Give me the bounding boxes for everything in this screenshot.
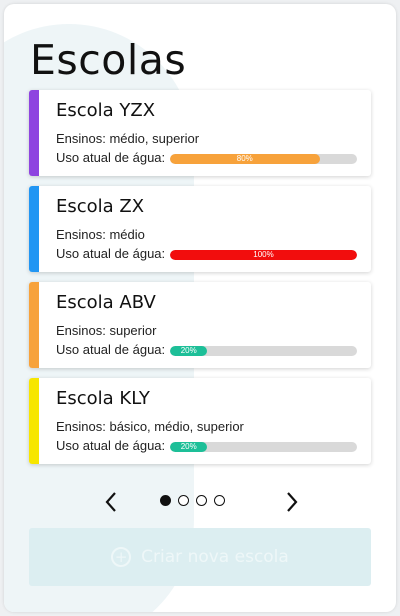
water-usage-bar: 20% (170, 442, 357, 452)
prev-page-button[interactable] (99, 488, 123, 516)
screen: Escolas Escola YZX Ensinos: médio, super… (4, 4, 396, 612)
create-school-button[interactable]: + Criar nova escola (29, 528, 371, 586)
pagination (4, 488, 396, 516)
page-dot[interactable] (178, 495, 189, 506)
chevron-right-icon (287, 492, 298, 512)
page-title: Escolas (30, 36, 187, 84)
water-usage-label: Uso atual de água: (56, 342, 166, 357)
page-dots (160, 495, 225, 506)
school-card[interactable]: Escola ZX Ensinos: médio Uso atual de ág… (29, 186, 371, 272)
page-dot[interactable] (196, 495, 207, 506)
next-page-button[interactable] (280, 488, 304, 516)
school-name: Escola KLY (56, 388, 150, 409)
school-card[interactable]: Escola ABV Ensinos: superior Uso atual d… (29, 282, 371, 368)
plus-circle-icon: + (111, 547, 132, 567)
school-color-stripe (29, 186, 39, 272)
school-levels: Ensinos: médio (56, 227, 145, 242)
school-list: Escola YZX Ensinos: médio, superior Uso … (29, 90, 371, 474)
water-usage-fill: 20% (170, 346, 208, 356)
page-dot[interactable] (160, 495, 171, 506)
water-usage-fill: 80% (170, 154, 320, 164)
school-color-stripe (29, 378, 39, 464)
water-usage-label: Uso atual de água: (56, 438, 166, 453)
chevron-left-icon (105, 492, 116, 512)
water-usage-fill: 100% (170, 250, 357, 260)
school-name: Escola ABV (56, 292, 156, 313)
water-usage-bar: 80% (170, 154, 357, 164)
water-usage-fill: 20% (170, 442, 208, 452)
school-color-stripe (29, 282, 39, 368)
school-card[interactable]: Escola YZX Ensinos: médio, superior Uso … (29, 90, 371, 176)
create-school-label: Criar nova escola (141, 547, 289, 567)
school-name: Escola ZX (56, 196, 145, 217)
school-color-stripe (29, 90, 39, 176)
page-dot[interactable] (214, 495, 225, 506)
water-usage-label: Uso atual de água: (56, 246, 166, 261)
water-usage-bar: 20% (170, 346, 357, 356)
school-levels: Ensinos: básico, médio, superior (56, 419, 244, 434)
school-card[interactable]: Escola KLY Ensinos: básico, médio, super… (29, 378, 371, 464)
water-usage-bar: 100% (170, 250, 357, 260)
school-name: Escola YZX (56, 100, 156, 121)
water-usage-label: Uso atual de água: (56, 150, 166, 165)
school-levels: Ensinos: superior (56, 323, 157, 338)
school-levels: Ensinos: médio, superior (56, 131, 200, 146)
